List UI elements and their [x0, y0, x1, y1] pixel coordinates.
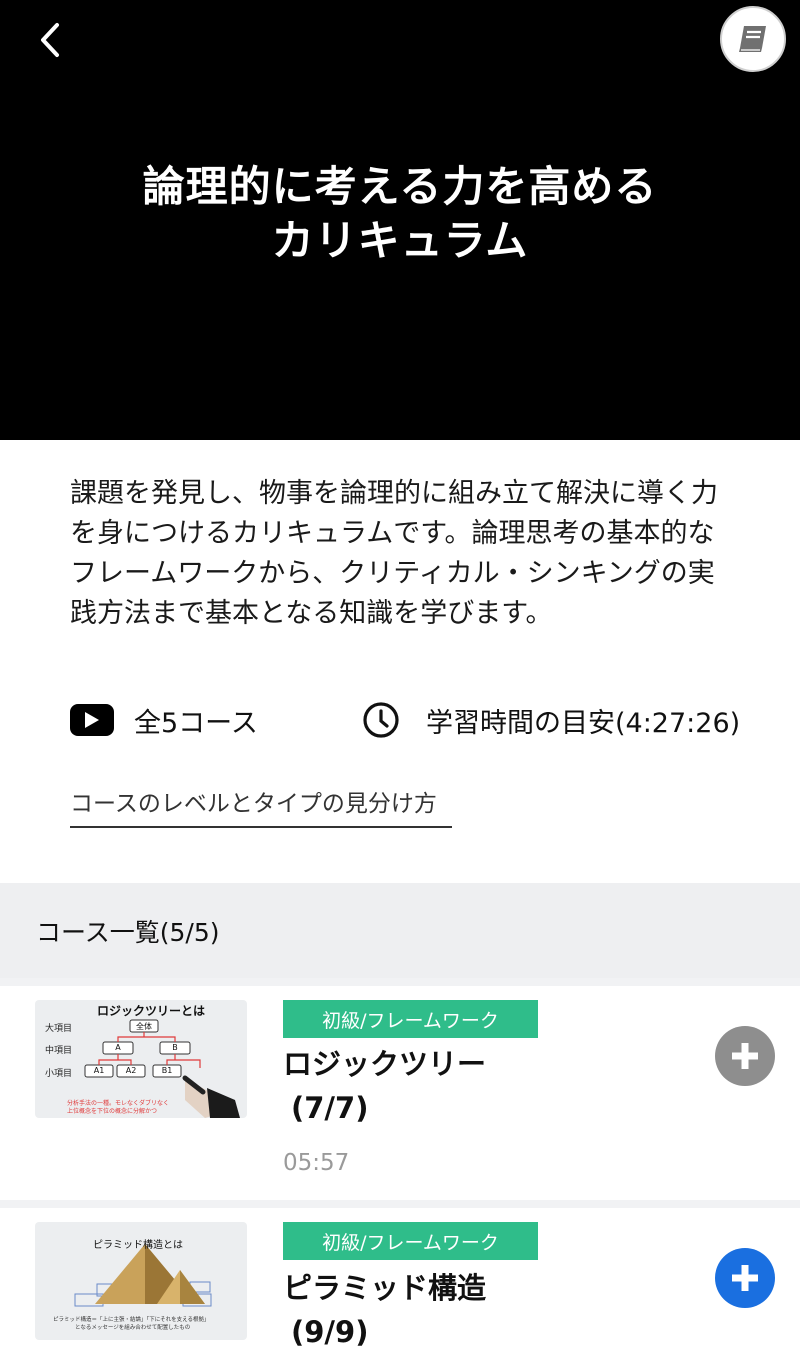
plus-icon — [732, 1265, 758, 1291]
thumbnail-heading: ロジックツリーとは — [97, 1004, 206, 1018]
course-item[interactable]: ロジックツリーとは 大項目 中項目 小項目 全体 A B A1 A2 B1 分析… — [0, 986, 800, 1200]
course-title: ロジックツリー (7/7) — [283, 1047, 487, 1125]
page-title: 論理的に考える力を高める カリキュラム — [142, 162, 658, 265]
course-title: ピラミッド構造 (9/9) — [283, 1271, 487, 1349]
curriculum-meta: 全5コース 学習時間の目安(4:27:26) — [70, 698, 770, 742]
divider — [0, 1200, 800, 1208]
video-play-icon — [70, 704, 114, 736]
divider — [0, 978, 800, 986]
curriculum-description: 課題を発見し、物事を論理的に組み立て解決に導く力を身につけるカリキュラムです。論… — [70, 478, 718, 629]
add-course-button[interactable] — [715, 1248, 775, 1308]
course-duration: 05:57 — [283, 1150, 350, 1176]
book-button[interactable] — [720, 6, 786, 72]
add-course-button[interactable] — [715, 1026, 775, 1086]
course-thumbnail: ロジックツリーとは 大項目 中項目 小項目 全体 A B A1 A2 B1 分析… — [35, 1000, 247, 1118]
course-count: 全5コース — [70, 698, 258, 742]
study-time: 学習時間の目安(4:27:26) — [362, 698, 740, 742]
course-item[interactable]: ピラミッド構造とは ピラミッド構造＝「上に主張・結論」「下にそれを支える根拠」 … — [0, 1208, 800, 1370]
clock-icon — [363, 702, 399, 738]
thumbnail-heading: ピラミッド構造とは — [93, 1240, 183, 1251]
course-tag: 初級/フレームワーク — [283, 1222, 538, 1260]
level-guide-link[interactable]: コースのレベルとタイプの見分け方 — [70, 784, 452, 828]
back-button[interactable] — [30, 20, 70, 60]
book-icon — [739, 26, 766, 52]
course-list-header: コース一覧(5/5) — [0, 883, 800, 978]
course-thumbnail: ピラミッド構造とは ピラミッド構造＝「上に主張・結論」「下にそれを支える根拠」 … — [35, 1222, 247, 1340]
course-tag: 初級/フレームワーク — [283, 1000, 538, 1038]
plus-icon — [732, 1043, 758, 1069]
hero-banner: 論理的に考える力を高める カリキュラム — [0, 0, 800, 440]
chevron-left-icon — [41, 23, 59, 57]
